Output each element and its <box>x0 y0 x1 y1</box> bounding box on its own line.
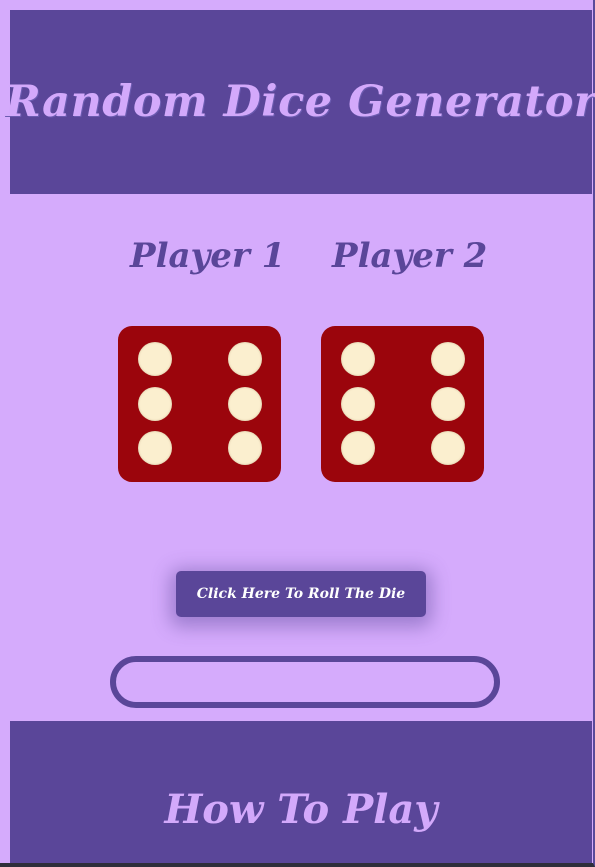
die-pip <box>341 387 375 421</box>
player-2-label: Player 2 <box>332 236 488 276</box>
die-pip <box>138 342 172 376</box>
die-pip <box>138 387 172 421</box>
result-field[interactable] <box>110 656 500 708</box>
page-title: Random Dice Generator <box>4 77 595 127</box>
player-1-die <box>118 326 281 482</box>
die-pip <box>228 431 262 465</box>
die-pip <box>138 431 172 465</box>
die-pip <box>341 431 375 465</box>
die-pip <box>431 387 465 421</box>
player-1-label: Player 1 <box>130 236 286 276</box>
die-pip <box>431 431 465 465</box>
header-banner: Random Dice Generator <box>5 10 595 194</box>
die-pip <box>228 387 262 421</box>
how-to-play-section: How To Play <box>10 721 592 863</box>
how-to-play-heading: How To Play <box>164 785 438 833</box>
die-pip <box>228 342 262 376</box>
die-pip <box>341 342 375 376</box>
die-pip <box>431 342 465 376</box>
player-2-die <box>321 326 484 482</box>
roll-die-button[interactable]: Click Here To Roll The Die <box>176 571 426 617</box>
